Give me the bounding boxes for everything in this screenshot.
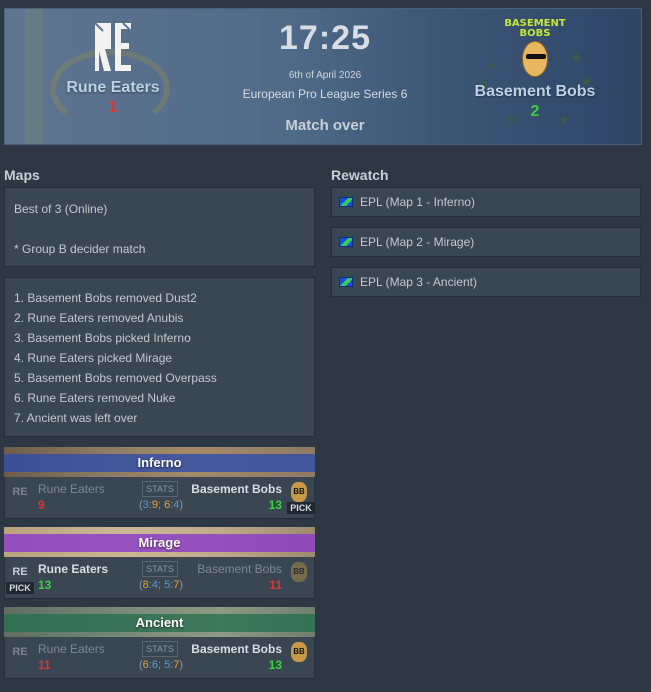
map-team1-score: 9 [38,498,45,512]
rewatch-section-title: Rewatch [331,167,389,183]
rewatch-link-map2[interactable]: EPL (Map 2 - Mirage) [331,227,641,257]
stats-button[interactable]: STATS [142,641,178,657]
basement-bobs-mini-logo-icon[interactable]: BB [291,642,307,662]
map-banner-inferno: Inferno [4,447,315,477]
rewatch-link-map3[interactable]: EPL (Map 3 - Ancient) [331,267,641,297]
rewatch-link-map1[interactable]: EPL (Map 1 - Inferno) [331,187,641,217]
rewatch-label: EPL (Map 3 - Ancient) [360,275,477,289]
team2-series-score: 2 [530,103,540,120]
potato-mascot-icon [522,41,548,77]
eu-flag-icon [339,197,353,207]
rune-eaters-mini-logo-icon[interactable]: RE [11,642,29,662]
match-date: 6th of April 2026 [288,70,362,81]
map-card-inferno: Inferno RE Rune Eaters 9 STATS (3:9; 6:4… [4,447,315,519]
map-team1-name[interactable]: Rune Eaters [38,482,105,496]
rune-eaters-logo-icon [94,22,132,71]
map-result-row: RE Rune Eaters 13 STATS (8:4; 5:7) Basem… [4,557,315,599]
match-status: Match over [285,117,365,134]
map-name: Ancient [135,614,184,630]
match-info: 17:25 6th of April 2026 European Pro Lea… [220,19,430,134]
half-scores: (8:4; 5:7) [139,579,184,591]
eu-flag-icon [339,237,353,247]
rewatch-label: EPL (Map 1 - Inferno) [360,195,475,209]
map-banner-mirage: Mirage [4,527,315,557]
match-header: Rune Eaters 1 17:25 6th of April 2026 Eu… [4,8,642,145]
maps-section-title: Maps [4,167,40,183]
half-scores: (6:6; 5:7) [139,659,184,671]
map-team1-score: 11 [38,658,51,672]
map-card-mirage: Mirage RE Rune Eaters 13 STATS (8:4; 5:7… [4,527,315,599]
team2-name[interactable]: Basement Bobs [435,83,635,101]
rune-eaters-logo[interactable] [91,19,135,75]
basement-bobs-logo[interactable]: BASEMENT BOBS [500,19,570,79]
map-team2-score: 11 [269,578,282,592]
stats-button[interactable]: STATS [142,481,178,497]
map-team2-name[interactable]: Basement Bobs [191,482,282,496]
team2-block[interactable]: BASEMENT BOBS Basement Bobs 2 [435,19,635,121]
match-format: Best of 3 (Online) [14,202,108,216]
half-scores: (3:9; 6:4) [139,499,184,511]
team1-series-score: 1 [108,99,118,116]
match-note: * Group B decider match [14,242,146,256]
map-team2-score: 13 [268,498,282,512]
map-team1-score: 13 [38,578,52,592]
map-team2-name[interactable]: Basement Bobs [197,562,282,576]
veto-line: 3. Basement Bobs picked Inferno [14,331,191,345]
map-team1-name[interactable]: Rune Eaters [38,642,105,656]
pick-badge: PICK [287,502,315,514]
veto-line: 1. Basement Bobs removed Dust2 [14,291,197,305]
match-format-box: Best of 3 (Online) * Group B decider mat… [4,187,315,267]
map-name: Inferno [137,454,182,470]
rune-eaters-mini-logo-icon[interactable]: RE [11,562,29,582]
veto-box: 1. Basement Bobs removed Dust2 2. Rune E… [4,277,315,437]
map-team2-name[interactable]: Basement Bobs [191,642,282,656]
veto-line: 6. Rune Eaters removed Nuke [14,391,176,405]
veto-line: 7. Ancient was left over [14,411,138,425]
map-card-ancient: Ancient RE Rune Eaters 11 STATS (6:6; 5:… [4,607,315,679]
basement-bobs-mini-logo-icon[interactable]: BB [291,482,307,502]
map-result-row: RE Rune Eaters 11 STATS (6:6; 5:7) Basem… [4,637,315,679]
map-name: Mirage [138,534,181,550]
basement-bobs-mini-logo-icon[interactable]: BB [291,562,307,582]
map-team2-score: 13 [268,658,282,672]
rune-eaters-mini-logo-icon[interactable]: RE [11,482,29,502]
match-time: 17:25 [279,19,371,57]
rewatch-label: EPL (Map 2 - Mirage) [360,235,475,249]
veto-line: 4. Rune Eaters picked Mirage [14,351,173,365]
stats-button[interactable]: STATS [142,561,178,577]
basement-bobs-logo-text: BASEMENT BOBS [504,18,566,39]
map-banner-ancient: Ancient [4,607,315,637]
map-team1-name[interactable]: Rune Eaters [38,562,108,576]
team1-block[interactable]: Rune Eaters 1 [13,19,213,117]
veto-line: 2. Rune Eaters removed Anubis [14,311,184,325]
veto-line: 5. Basement Bobs removed Overpass [14,371,217,385]
pick-badge: PICK [6,582,34,594]
eu-flag-icon [339,277,353,287]
event-name[interactable]: European Pro League Series 6 [220,87,430,101]
map-result-row: RE Rune Eaters 9 STATS (3:9; 6:4) Baseme… [4,477,315,519]
team1-name[interactable]: Rune Eaters [13,79,213,97]
